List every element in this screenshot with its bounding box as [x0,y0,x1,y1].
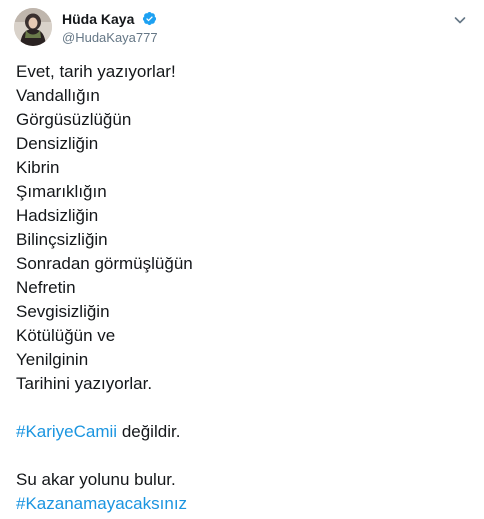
avatar-image [14,8,52,46]
tweet-line: Şımarıklığın [16,182,107,201]
verified-badge-icon [142,11,157,26]
author-names: Hüda Kaya @HudaKaya777 [62,10,158,45]
tweet-text: Evet, tarih yazıyorlar! Vandallığın Görg… [16,60,468,516]
hashtag-link-kariyecamii[interactable]: #KariyeCamii [16,422,117,441]
tweet-line: Sonradan görmüşlüğün [16,254,193,273]
hashtag-line: #KariyeCamii değildir. [16,420,468,444]
hashtag-line: #Kazanamayacaksınız [16,492,468,516]
tweet-line: Nefretin [16,278,76,297]
tweet-line: Yenilginin [16,350,89,369]
tweet-line: Tarihini yazıyorlar. [16,374,153,393]
closing-line: Su akar yolunu bulur. [16,470,176,489]
tweet-line: Hadsizliğin [16,206,99,225]
hashtag-link-kazanamayacaksiniz[interactable]: #Kazanamayacaksınız [16,494,187,513]
tweet-line: Bilinçsizliğin [16,230,108,249]
tweet-line: Kibrin [16,158,60,177]
avatar[interactable] [14,8,52,46]
author-display-name[interactable]: Hüda Kaya [62,11,134,27]
tweet-line: Vandallığın [16,86,100,105]
tweet-line: Görgüsüzlüğün [16,110,132,129]
tweet-line: Kötülüğün ve [16,326,116,345]
hashtag-line-suffix: değildir. [117,422,181,441]
author-handle[interactable]: @HudaKaya777 [62,30,158,45]
tweet-line: Evet, tarih yazıyorlar! [16,62,176,81]
chevron-down-icon[interactable] [452,12,468,28]
tweet-line: Sevgisizliğin [16,302,110,321]
tweet-card: Hüda Kaya @HudaKaya777 Evet, tarih yazıy… [0,0,484,519]
tweet-line: Densizliğin [16,134,99,153]
tweet-header: Hüda Kaya @HudaKaya777 [14,8,470,48]
